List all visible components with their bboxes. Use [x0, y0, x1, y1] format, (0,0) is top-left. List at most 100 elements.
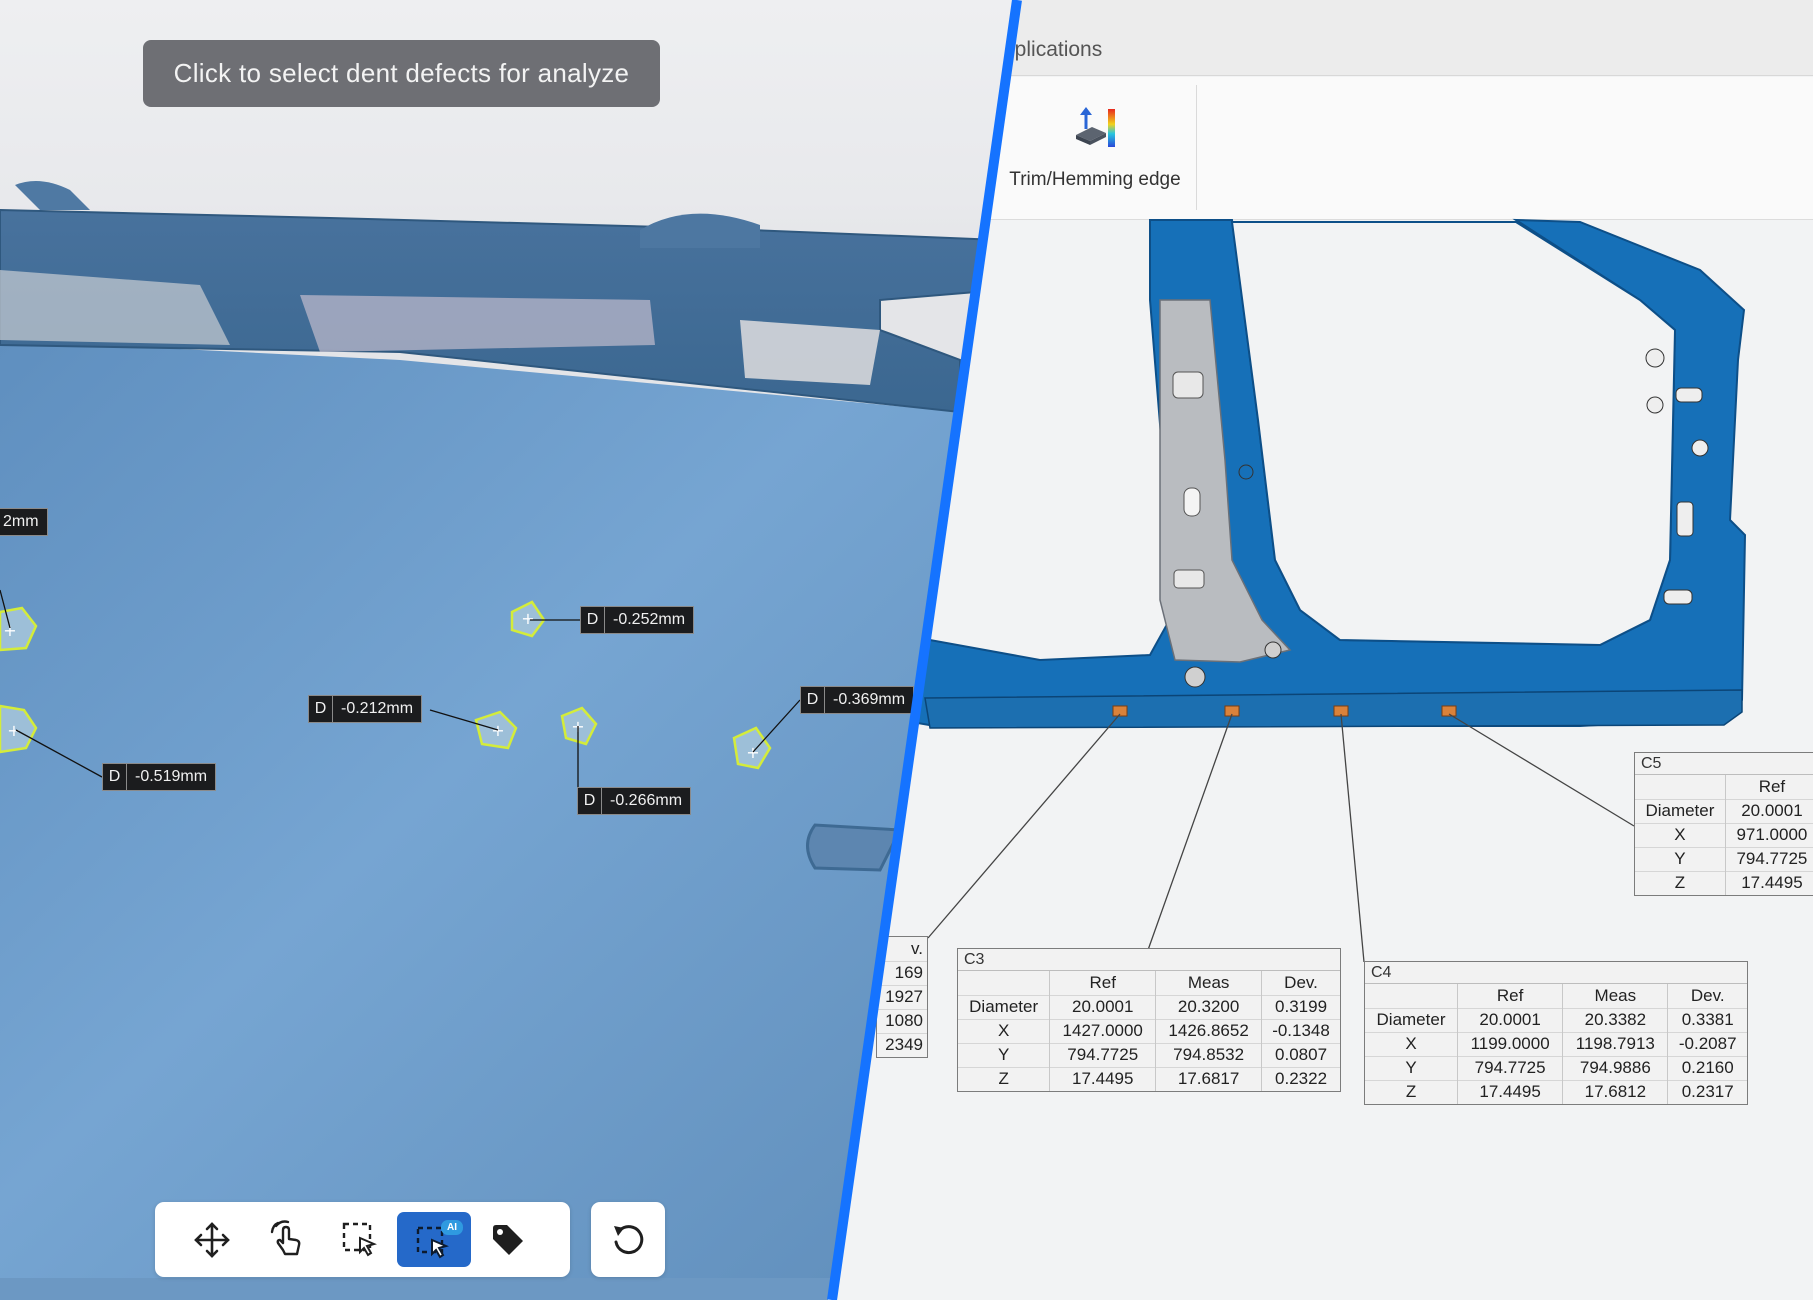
table-cell: 20.0001	[1724, 798, 1813, 823]
undo-button[interactable]	[591, 1202, 665, 1277]
rear-slot	[1663, 589, 1693, 605]
dent-label[interactable]: D -0.519mm	[102, 763, 217, 791]
measurement-table-c3[interactable]: C3 Ref Meas Dev. Diameter 20.0001 20.320…	[957, 948, 1341, 1092]
pillar-hole	[1173, 569, 1205, 589]
dent-label-value: -0.266mm	[610, 792, 683, 809]
mirror-bracket	[640, 213, 760, 248]
table-cell: 971.0000	[1724, 822, 1813, 847]
table-cell: Y	[958, 1042, 1050, 1067]
table-cell: 17.4495	[1049, 1066, 1156, 1091]
dent-label[interactable]: D -0.369mm	[800, 686, 915, 714]
table-cell: -0.2087	[1667, 1031, 1747, 1056]
table-header-cell	[1635, 775, 1725, 799]
table-cell: 20.0001	[1457, 1007, 1563, 1032]
table-cell: 0.3381	[1667, 1007, 1747, 1032]
rear-hole	[1691, 439, 1709, 457]
move-icon	[194, 1221, 230, 1258]
measurement-table-c2: v. 169 1927 1080 2349	[876, 936, 928, 1058]
table-cell: 0.3199	[1261, 994, 1340, 1019]
window-gap	[740, 320, 880, 385]
table-row: Diameter 20.0001 20.3382 0.3381	[1365, 1007, 1747, 1032]
dent-label-value: -0.212mm	[341, 700, 414, 717]
table-cell: 1199.0000	[1457, 1031, 1563, 1056]
table-row: X 1427.0000 1426.8652 -0.1348	[958, 1018, 1340, 1043]
leader-line-c3	[1147, 713, 1233, 951]
tag-icon	[493, 1224, 523, 1255]
table-cell: Diameter	[958, 994, 1050, 1019]
dent-label[interactable]: D -0.252mm	[580, 606, 695, 634]
dent-label-key: D	[103, 764, 127, 790]
move-tool-button[interactable]	[175, 1212, 249, 1267]
table-title: C4	[1365, 962, 1747, 984]
table-cell: Y	[1365, 1055, 1458, 1080]
table-header-cell: Dev.	[1667, 984, 1747, 1008]
ai-badge: AI	[441, 1220, 463, 1235]
table-cell: 794.7725	[1724, 846, 1813, 871]
table-cell: 17.4495	[1457, 1079, 1563, 1104]
measurement-table-c5[interactable]: C5 Ref Diameter 20.0001 X 971.0000 Y 794…	[1634, 752, 1813, 896]
mirror-bracket	[15, 181, 90, 210]
selection-toolbar: AI	[155, 1202, 570, 1277]
table-cell: 2349	[877, 1032, 927, 1057]
table-cell: 17.6817	[1155, 1066, 1262, 1091]
table-header-cell	[958, 971, 1050, 995]
table-cell: Y	[1635, 846, 1726, 871]
table-cell: 1427.0000	[1049, 1018, 1156, 1043]
table-header-cell: Ref	[1457, 984, 1563, 1008]
dent-label-key: D	[801, 687, 825, 713]
rear-hole	[1645, 348, 1665, 368]
dent-label[interactable]: D -0.212mm	[308, 695, 423, 723]
box-select-button[interactable]	[323, 1212, 397, 1267]
pillar-hole	[1172, 371, 1204, 399]
svg-text:+: +	[521, 609, 534, 628]
dent-label[interactable]: 2mm	[0, 508, 48, 536]
table-cell: 794.8532	[1155, 1042, 1262, 1067]
box-select-icon	[342, 1222, 377, 1256]
touch-select-button[interactable]	[249, 1212, 323, 1267]
table-cell: 1198.7913	[1562, 1031, 1668, 1056]
dent-label[interactable]: D -0.266mm	[577, 787, 692, 815]
svg-text:+: +	[3, 621, 16, 640]
rear-hole	[1646, 396, 1664, 414]
table-title: C5	[1635, 753, 1813, 775]
dent-label-value: 2mm	[3, 513, 39, 530]
svg-text:+: +	[7, 721, 20, 740]
tag-tool-button[interactable]	[471, 1212, 545, 1267]
table-header-cell: Ref	[1724, 775, 1813, 799]
ai-select-button[interactable]: AI	[397, 1212, 471, 1267]
table-cell: 17.4495	[1724, 870, 1813, 895]
touch-select-icon	[270, 1219, 301, 1255]
table-cell: 20.0001	[1049, 994, 1156, 1019]
table-cell: Z	[958, 1066, 1050, 1091]
leader-line-c4	[1340, 713, 1365, 963]
rear-slot	[1676, 501, 1694, 537]
pillar-hole	[1238, 464, 1254, 480]
table-row: X 1199.0000 1198.7913 -0.2087	[1365, 1031, 1747, 1056]
measurement-table-c4[interactable]: C4 Ref Meas Dev. Diameter 20.0001 20.338…	[1364, 961, 1748, 1105]
table-cell: 794.9886	[1562, 1055, 1668, 1080]
undo-icon	[614, 1224, 644, 1254]
table-cell: 169	[877, 960, 927, 985]
table-cell: X	[1635, 822, 1726, 847]
table-header-cell: Meas	[1155, 971, 1262, 995]
table-cell: 794.7725	[1457, 1055, 1563, 1080]
pillar-hole	[1184, 666, 1206, 688]
table-cell: -0.1348	[1261, 1018, 1340, 1043]
dent-label-key: D	[581, 607, 605, 633]
table-row: Z 17.4495 17.6812 0.2317	[1365, 1079, 1747, 1104]
table-row: Diameter 20.0001	[1635, 798, 1813, 823]
dent-label-value: -0.519mm	[135, 768, 208, 785]
table-header-cell: Ref	[1049, 971, 1156, 995]
hint-tooltip: Click to select dent defects for analyze	[143, 40, 660, 107]
table-header-cell: Dev.	[1261, 971, 1340, 995]
leader-line-c2	[927, 713, 1121, 939]
table-cell: 20.3382	[1562, 1007, 1668, 1032]
table-cell: X	[1365, 1031, 1458, 1056]
table-cell: 1080	[877, 1008, 927, 1033]
table-cell: 794.7725	[1049, 1042, 1156, 1067]
dent-label-key: D	[578, 788, 602, 814]
table-cell: Z	[1635, 870, 1726, 895]
door-opening	[1230, 221, 1677, 647]
pillar-hole	[1183, 487, 1201, 517]
table-title: C3	[958, 949, 1340, 971]
